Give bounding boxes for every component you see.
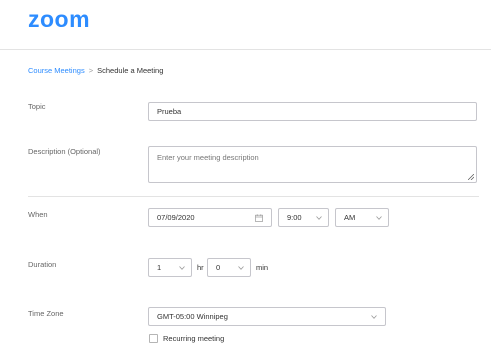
duration-minutes-select[interactable]: 0 (207, 258, 251, 277)
chevron-down-icon (371, 314, 377, 319)
ampm-value: AM (344, 213, 356, 222)
calendar-icon (255, 213, 263, 222)
breadcrumb: Course Meetings > Schedule a Meeting (28, 66, 163, 75)
ampm-select[interactable]: AM (335, 208, 389, 227)
topic-label: Topic (28, 102, 46, 111)
recurring-label[interactable]: Recurring meeting (163, 334, 224, 343)
when-label: When (28, 210, 48, 219)
resize-grip-icon[interactable] (468, 174, 474, 180)
breadcrumb-separator: > (88, 66, 94, 75)
timezone-label: Time Zone (28, 309, 64, 318)
date-value: 07/09/2020 (157, 213, 195, 222)
topic-value: Prueba (157, 107, 182, 116)
date-picker[interactable]: 07/09/2020 (148, 208, 272, 227)
top-header: zoom (0, 0, 491, 50)
time-select[interactable]: 9:00 (278, 208, 329, 227)
time-value: 9:00 (287, 213, 302, 222)
schedule-meeting-page: zoom Course Meetings > Schedule a Meeting … (0, 0, 491, 347)
chevron-down-icon (238, 265, 244, 270)
topic-input[interactable]: Prueba (148, 102, 477, 121)
duration-label: Duration (28, 260, 57, 269)
duration-hours-unit: hr (197, 263, 204, 272)
timezone-value: GMT-05:00 Winnipeg (157, 312, 228, 321)
chevron-down-icon (179, 265, 185, 270)
duration-minutes-unit: min (256, 263, 269, 272)
chevron-down-icon (376, 215, 382, 220)
description-placeholder: Enter your meeting description (157, 153, 259, 162)
breadcrumb-current: Schedule a Meeting (97, 66, 164, 75)
description-label: Description (Optional) (28, 147, 101, 156)
breadcrumb-course-meetings-link[interactable]: Course Meetings (28, 66, 85, 75)
description-textarea[interactable]: Enter your meeting description (148, 146, 477, 183)
zoom-logo[interactable]: zoom (28, 6, 90, 33)
chevron-down-icon (316, 215, 322, 220)
recurring-checkbox[interactable] (149, 334, 158, 343)
timezone-select[interactable]: GMT-05:00 Winnipeg (148, 307, 386, 326)
duration-hours-select[interactable]: 1 (148, 258, 192, 277)
section-divider (28, 196, 479, 197)
duration-hours-value: 1 (157, 263, 162, 272)
duration-minutes-value: 0 (216, 263, 221, 272)
